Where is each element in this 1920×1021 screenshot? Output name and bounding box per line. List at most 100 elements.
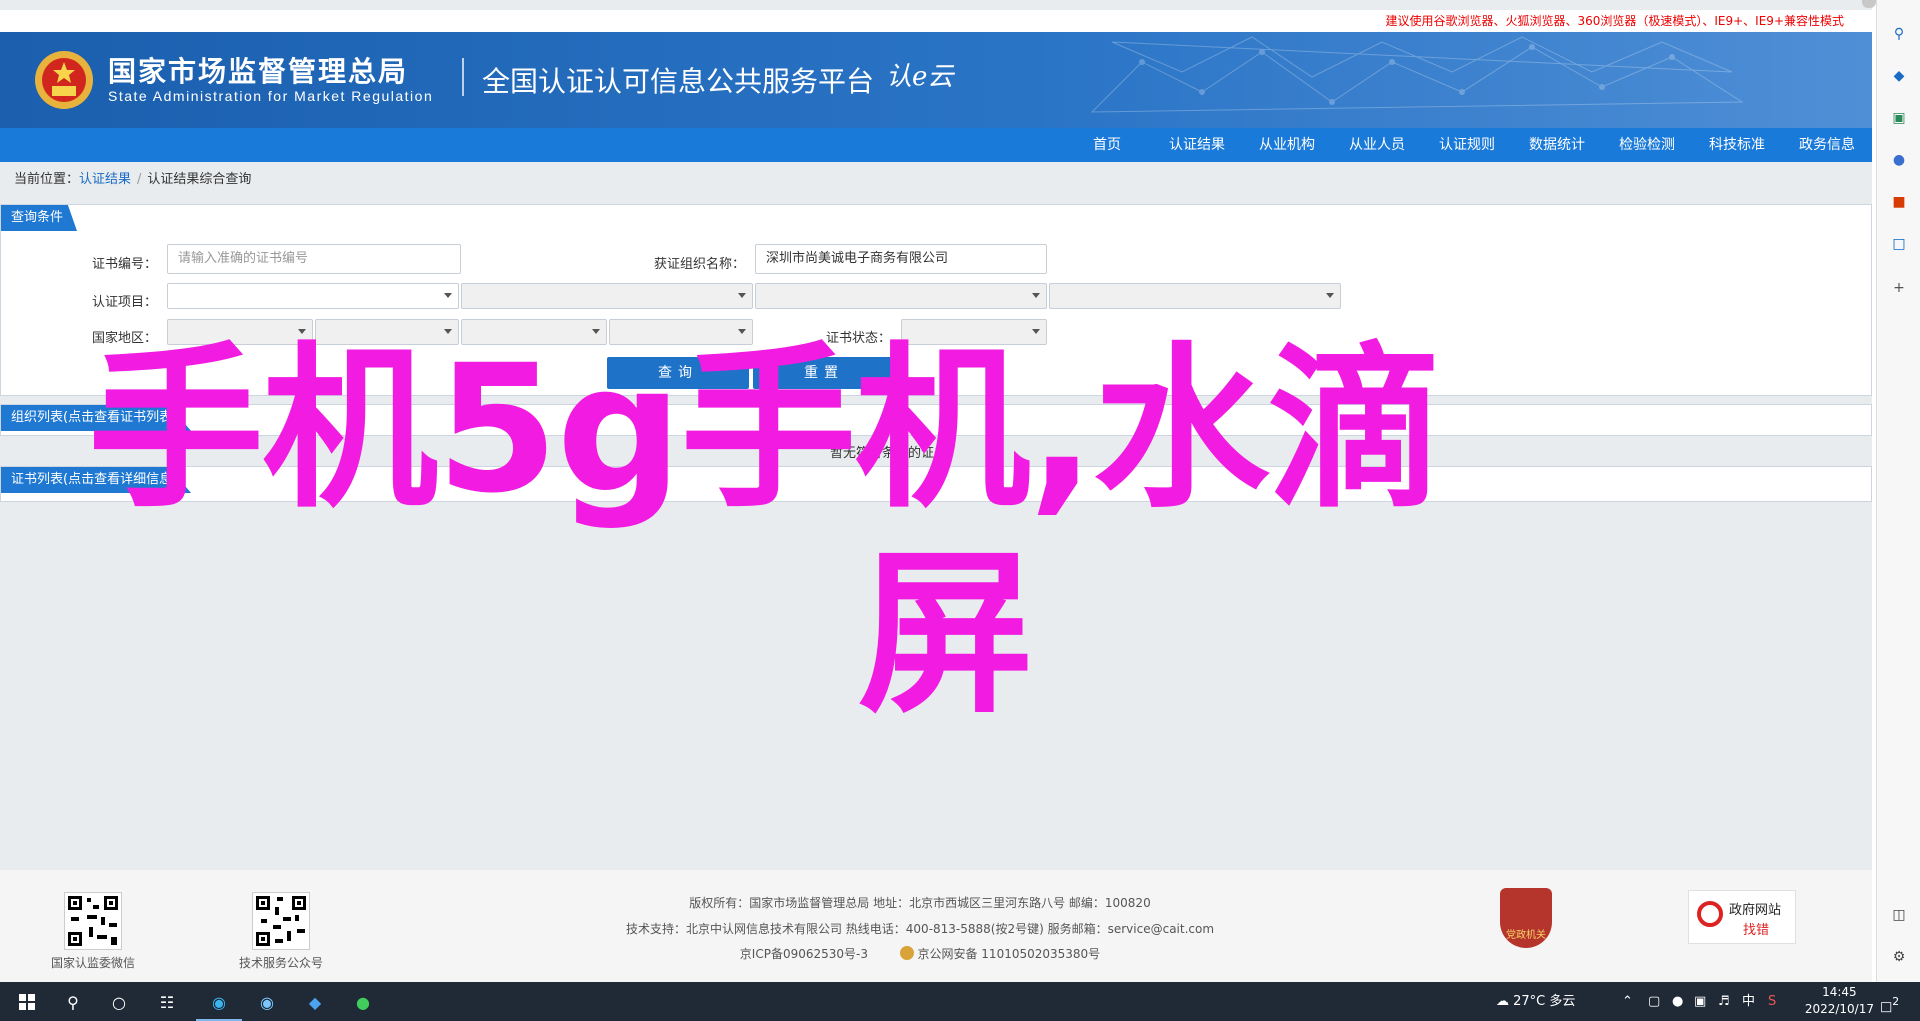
nav-institutions[interactable]: 从业机构 [1242,128,1332,162]
icp-record-link[interactable]: 京ICP备09062530号-3 [740,947,868,961]
tag-icon[interactable]: ◆ [1889,66,1909,86]
settings-gear-icon[interactable]: ⚙ [1889,947,1909,967]
briefcase-icon[interactable]: ▣ [1889,108,1909,128]
police-badge-icon [899,946,914,960]
region-select-1[interactable] [167,319,313,345]
cert-status-select[interactable] [901,319,1047,345]
police-record-link[interactable]: 京公网安备 11010502035380号 [917,947,1100,961]
project-select-1[interactable] [167,283,459,309]
tray-overflow-icon[interactable]: ⌃ [1622,982,1633,1021]
edge-browser-icon[interactable]: ◉ [206,989,232,1015]
scrollbar-thumb[interactable] [1862,0,1876,8]
region-label: 国家地区： [91,331,157,346]
sogou-icon[interactable]: S [1768,982,1776,1021]
qr-code-icon [68,896,118,946]
office-icon[interactable]: ■ [1889,192,1909,212]
search-icon[interactable]: ⚲ [1889,24,1909,44]
app-icon[interactable]: ◉ [254,989,280,1015]
region-select-2[interactable] [315,319,459,345]
sidebar-toggle-icon[interactable]: ◫ [1889,905,1909,925]
region-select-4[interactable] [609,319,753,345]
wechat-tray-icon[interactable]: ● [1672,982,1683,1021]
network-pattern-decoration [1090,36,1744,113]
query-panel: 查询条件 证书编号： 请输入准确的证书编号 获证组织名称： 深圳市尚美诚电子商务… [0,204,1872,396]
breadcrumb-separator: / [137,172,142,187]
display-icon[interactable]: ▣ [1694,982,1706,1021]
main-nav: 首页 认证结果 从业机构 从业人员 认证规则 数据统计 检验检测 科技标准 政务… [0,128,1872,162]
org-name-input[interactable]: 深圳市尚美诚电子商务有限公司 [755,244,1047,274]
ime-indicator[interactable]: 中 [1742,982,1755,1021]
people-icon[interactable]: ● [1889,150,1909,170]
empty-result-text: 暂无符合条件的证书! [830,446,953,461]
service-qr-code [252,892,310,950]
breadcrumb-current: 认证结果综合查询 [147,172,252,187]
region-select-3[interactable] [461,319,607,345]
nav-personnel[interactable]: 从业人员 [1332,128,1422,162]
task-view-icon[interactable]: ☷ [154,989,180,1015]
gov-find-action: 找错 [1743,923,1770,938]
message-icon: □ [1880,999,1893,1015]
wechat-qr-label: 国家认监委微信 [50,956,135,970]
platform-title: 全国认证认可信息公共服务平台 [482,65,875,98]
site-name-en: State Administration for Market Regulati… [108,88,434,104]
nav-gov-info[interactable]: 政务信息 [1782,128,1872,162]
breadcrumb-prefix: 当前位置： [14,172,80,187]
browser-notice: 建议使用谷歌浏览器、火狐浏览器、360浏览器（极速模式）、IE9+、IE9+兼容… [0,10,1872,32]
nav-cert-results[interactable]: 认证结果 [1152,128,1242,162]
cert-no-input[interactable]: 请输入准确的证书编号 [167,244,461,274]
nav-statistics[interactable]: 数据统计 [1512,128,1602,162]
party-gov-badge[interactable]: 党政机关 [1500,888,1552,948]
org-list-panel: 组织列表(点击查看证书列表) [0,404,1872,436]
breadcrumb-link-cert-results[interactable]: 认证结果 [79,172,131,187]
clock[interactable]: 14:45 2022/10/17 [1805,984,1874,1018]
site-name-cn: 国家市场监督管理总局 [108,55,409,88]
weather-widget[interactable]: ☁ 27°C 多云 [1496,982,1575,1021]
volume-icon[interactable]: ♬ [1718,982,1730,1021]
weather-text: 27°C 多云 [1513,994,1576,1009]
org-list-tab[interactable]: 组织列表(点击查看证书列表) [1,405,192,431]
wechat-icon[interactable]: ● [350,989,376,1015]
reset-button[interactable]: 重置 [753,357,895,389]
search-icon[interactable]: ⚲ [60,989,86,1015]
footer-records: 京ICP备09062530号-3 京公网安备 11010502035380号 [560,945,1280,962]
chevron-down-icon [1326,293,1334,298]
browser-page: 建议使用谷歌浏览器、火狐浏览器、360浏览器（极速模式）、IE9+、IE9+兼容… [0,0,1872,982]
cert-list-tab[interactable]: 证书列表(点击查看详细信息) [1,467,192,493]
footer-copyright: 版权所有：国家市场监督管理总局 地址：北京市西城区三里河东路八号 邮编：1008… [689,896,1151,910]
service-qr-label: 技术服务公众号 [238,956,323,970]
windows-start-icon[interactable] [14,989,40,1015]
cert-list-panel: 证书列表(点击查看详细信息) [0,466,1872,502]
wechat-qr-code [64,892,122,950]
project-select-2[interactable] [461,283,753,309]
query-panel-tab: 查询条件 [1,205,78,231]
nav-inspection[interactable]: 检验检测 [1602,128,1692,162]
gov-site-find-error[interactable]: 政府网站 找错 [1688,890,1796,944]
feishu-icon[interactable]: ◆ [302,989,328,1015]
clock-time: 14:45 [1822,985,1857,999]
cert-status-label: 证书状态： [825,331,891,346]
notification-icon[interactable]: □2 [1880,982,1899,1021]
site-header: 国家市场监督管理总局 State Administration for Mark… [0,32,1872,128]
chevron-down-icon [444,293,452,298]
browser-sidebar: ⚲ ◆ ▣ ● ■ □ + ◫ ⚙ [1876,0,1920,982]
party-gov-badge-text: 党政机关 [1506,930,1546,941]
renzheng-cloud-logo: 认e云 [886,62,954,92]
clock-date: 2022/10/17 [1804,1002,1874,1016]
cert-no-label: 证书编号： [91,257,157,272]
cortana-icon[interactable]: ○ [106,989,132,1015]
network-icon[interactable]: ▢ [1648,982,1660,1021]
project-select-3[interactable] [755,283,1047,309]
notification-count: 2 [1892,995,1900,1008]
nav-cert-rules[interactable]: 认证规则 [1422,128,1512,162]
nav-home[interactable]: 首页 [1062,128,1152,162]
footer-tech-support: 技术支持：北京中认网信息技术有限公司 热线电话：400-813-5888(按2号… [625,922,1215,936]
outlook-icon[interactable]: □ [1889,234,1909,254]
site-footer: 国家认监委微信 技术服务公众号 版权所有：国家市场监督管理总局 地址：北京市西城… [0,870,1872,982]
project-select-4[interactable] [1049,283,1341,309]
search-button[interactable]: 查询 [607,357,749,389]
add-icon[interactable]: + [1889,278,1909,298]
chevron-down-icon [592,329,600,334]
nav-standards[interactable]: 科技标准 [1692,128,1782,162]
cloud-icon: ☁ [1496,994,1509,1009]
org-name-label: 获证组织名称： [653,257,745,272]
